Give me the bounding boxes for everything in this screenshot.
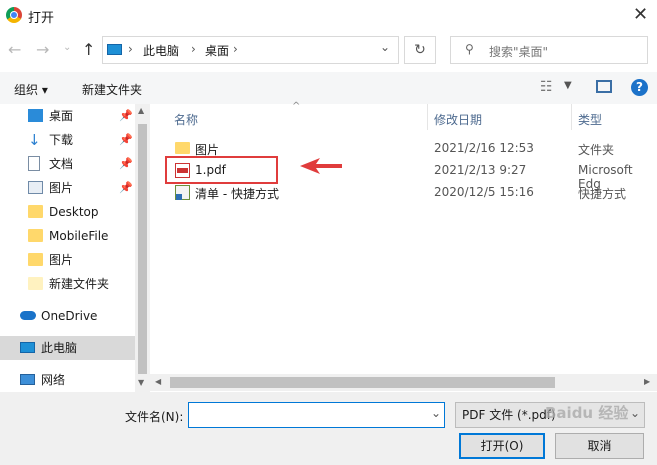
nav-label: 图片 [49, 181, 74, 195]
nav-item-onedrive[interactable]: OneDrive [0, 304, 135, 328]
nav-label: MobileFile [49, 229, 109, 243]
pin-icon[interactable]: 📌 [119, 176, 133, 200]
search-placeholder: 搜索"桌面" [489, 45, 549, 59]
nav-item-pictures[interactable]: 图片 📌 [0, 176, 135, 200]
help-icon[interactable]: ? [631, 79, 648, 96]
column-header-type[interactable]: 类型 [578, 111, 602, 128]
nav-item-this-pc[interactable]: 此电脑 [0, 336, 135, 360]
nav-item-desktop-folder[interactable]: Desktop [0, 200, 135, 224]
recent-chevron-icon[interactable]: ⌄ [63, 42, 71, 53]
title-bar [0, 0, 657, 30]
filename-dropdown-icon[interactable]: ⌄ [431, 406, 441, 420]
back-arrow-icon[interactable]: ← [8, 40, 21, 59]
breadcrumb-this-pc[interactable]: 此电脑 [143, 42, 179, 59]
scroll-left-icon[interactable]: ◀ [155, 377, 161, 386]
folder-icon [28, 205, 43, 218]
desktop-icon [28, 109, 43, 122]
breadcrumb-separator-icon: › [233, 42, 238, 56]
cancel-button[interactable]: 取消 [555, 433, 644, 459]
file-date: 2020/12/5 15:16 [434, 185, 534, 199]
view-options-icon[interactable]: ☷ [540, 79, 553, 95]
breadcrumb-desktop[interactable]: 桌面 [205, 42, 229, 59]
search-input[interactable]: ⚲ 搜索"桌面" [450, 36, 648, 64]
scroll-up-icon[interactable]: ▲ [138, 106, 144, 115]
column-header-name[interactable]: 名称 [174, 111, 198, 128]
navigation-pane: 桌面 📌 ↓ 下载 📌 文档 📌 图片 📌 Desktop MobileFile… [0, 104, 150, 392]
watermark-text: Baidu 经验 [545, 404, 629, 422]
nav-scroll-thumb[interactable] [138, 124, 147, 374]
filename-input[interactable] [188, 402, 445, 428]
nav-label: OneDrive [41, 309, 98, 323]
document-icon [28, 156, 40, 171]
open-button[interactable]: 打开(O) [459, 433, 545, 459]
scroll-right-icon[interactable]: ▶ [644, 377, 650, 386]
nav-item-network[interactable]: 网络 [0, 368, 135, 392]
close-icon[interactable]: ✕ [633, 4, 648, 25]
file-name: 清单 - 快捷方式 [195, 187, 279, 201]
nav-label: 文档 [49, 157, 74, 171]
chrome-icon [6, 7, 22, 23]
column-header-date[interactable]: 修改日期 [434, 111, 482, 128]
nav-label: 新建文件夹 [49, 277, 110, 291]
pin-icon[interactable]: 📌 [119, 152, 133, 176]
nav-label: 桌面 [49, 109, 74, 123]
this-pc-icon [107, 44, 122, 55]
sort-arrow-icon: ^ [292, 101, 301, 112]
filetype-value: PDF 文件 (*.pdf) [462, 408, 556, 422]
scroll-down-icon[interactable]: ▼ [138, 378, 144, 387]
folder-icon [28, 253, 43, 266]
filename-label: 文件名(N): [125, 410, 184, 424]
nav-label: 下载 [49, 133, 74, 147]
refresh-icon[interactable]: ↻ [404, 36, 436, 64]
organize-button[interactable]: 组织 ▾ [14, 81, 48, 98]
this-pc-icon [20, 342, 35, 353]
shortcut-icon [175, 185, 190, 200]
folder-icon [28, 229, 43, 242]
column-divider[interactable] [571, 104, 572, 130]
view-dropdown-icon[interactable]: ▼ [564, 80, 572, 91]
window-title: 打开 [28, 11, 55, 26]
new-folder-button[interactable]: 新建文件夹 [82, 81, 142, 98]
nav-label: Desktop [49, 205, 99, 219]
nav-item-downloads[interactable]: ↓ 下载 📌 [0, 128, 135, 152]
file-type: 文件夹 [578, 143, 615, 157]
search-icon: ⚲ [465, 42, 474, 56]
address-bar[interactable]: › 此电脑 › 桌面 › ⌄ [102, 36, 399, 64]
file-date: 2021/2/13 9:27 [434, 163, 527, 177]
shortcut-arrow-icon [176, 194, 182, 200]
pin-icon[interactable]: 📌 [119, 128, 133, 152]
filetype-dropdown-icon[interactable]: ⌄ [630, 406, 640, 420]
file-list-scroll-thumb[interactable] [170, 377, 555, 388]
nav-item-new-folder[interactable]: 新建文件夹 [0, 272, 135, 296]
file-row[interactable]: 清单 - 快捷方式 2020/12/5 15:16 快捷方式 [165, 182, 657, 204]
folder-icon [28, 277, 43, 290]
download-icon: ↓ [28, 131, 41, 149]
preview-pane-icon[interactable] [596, 80, 612, 93]
address-dropdown-icon[interactable]: ⌄ [380, 40, 390, 54]
network-icon [20, 374, 35, 385]
nav-item-pictures-folder[interactable]: 图片 [0, 248, 135, 272]
cloud-icon [20, 311, 36, 320]
nav-label: 图片 [49, 253, 74, 267]
up-arrow-icon[interactable]: ↑ [82, 40, 95, 59]
file-date: 2021/2/16 12:53 [434, 141, 534, 155]
nav-item-documents[interactable]: 文档 📌 [0, 152, 135, 176]
folder-icon [175, 142, 190, 154]
nav-label: 网络 [41, 373, 66, 387]
forward-arrow-icon[interactable]: → [36, 40, 49, 59]
annotation-arrow-icon [300, 158, 342, 174]
column-divider[interactable] [427, 104, 428, 130]
breadcrumb-separator-icon: › [128, 42, 133, 56]
nav-item-mobilefile[interactable]: MobileFile [0, 224, 135, 248]
annotation-highlight-box [165, 156, 278, 184]
nav-item-desktop[interactable]: 桌面 📌 [0, 104, 135, 128]
nav-label: 此电脑 [41, 341, 78, 355]
breadcrumb-separator-icon: › [191, 42, 196, 56]
pin-icon[interactable]: 📌 [119, 104, 133, 128]
file-type: 快捷方式 [578, 187, 627, 201]
pictures-icon [28, 181, 43, 194]
